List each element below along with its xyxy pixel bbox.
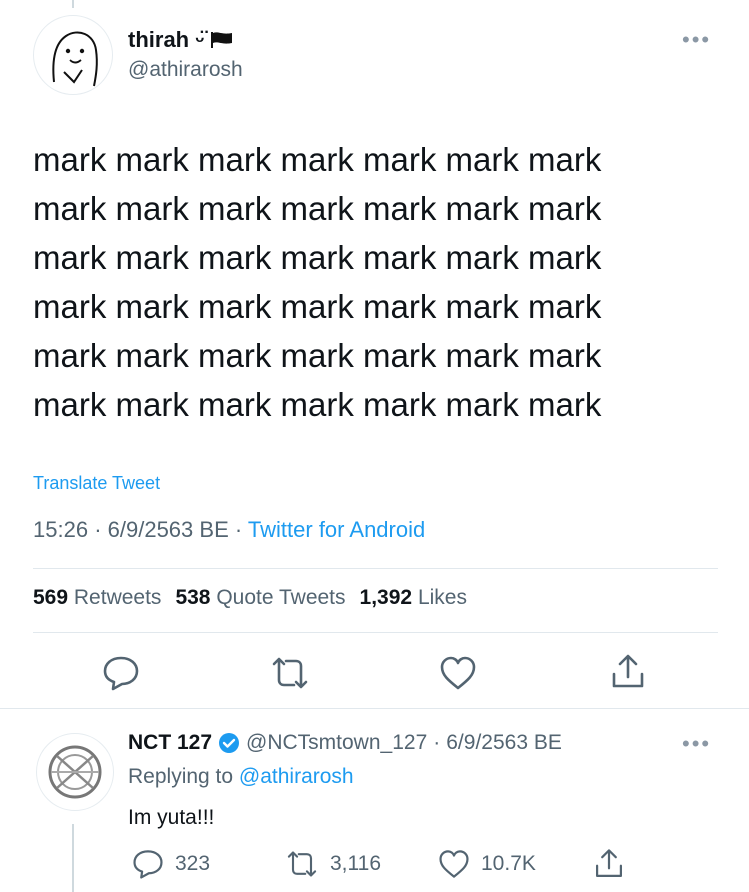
tweet-text-line: mark mark mark mark mark mark mark bbox=[33, 337, 602, 374]
tweet-stats: 569 Retweets 538 Quote Tweets 1,392 Likes bbox=[33, 586, 467, 610]
divider bbox=[33, 568, 718, 569]
replying-to: Replying to @athirarosh bbox=[128, 765, 354, 789]
retweets-label: Retweets bbox=[73, 586, 162, 609]
tweet-source[interactable]: Twitter for Android bbox=[248, 517, 425, 542]
reply-like-count: 10.7K bbox=[481, 852, 536, 875]
likes-label: Likes bbox=[417, 586, 467, 609]
thread-line-top bbox=[72, 0, 74, 8]
replying-to-label: Replying to bbox=[128, 765, 234, 788]
reply-reply-button[interactable]: 323 bbox=[131, 848, 210, 880]
tweet-text-line: mark mark mark mark mark mark mark bbox=[33, 239, 602, 276]
thread-line bbox=[72, 824, 74, 892]
like-icon[interactable] bbox=[438, 654, 478, 692]
likes-stat[interactable]: 1,392 Likes bbox=[360, 586, 467, 609]
retweet-icon bbox=[287, 851, 317, 877]
author-name-row[interactable]: thirah ᵕ̈ bbox=[128, 27, 234, 53]
tweet-meta: 15:26 · 6/9/2563 BE · Twitter for Androi… bbox=[33, 517, 426, 542]
quote-tweets-stat[interactable]: 538 Quote Tweets bbox=[175, 586, 345, 609]
reply-retweet-button[interactable]: 3,116 bbox=[284, 848, 381, 880]
divider bbox=[33, 632, 718, 633]
reply-icon[interactable] bbox=[101, 654, 141, 692]
verified-badge-icon bbox=[219, 733, 240, 753]
author-handle[interactable]: @athirarosh bbox=[128, 58, 243, 82]
divider bbox=[0, 708, 749, 709]
retweet-icon[interactable] bbox=[268, 654, 312, 692]
reply-count: 323 bbox=[175, 852, 211, 875]
quote-tweets-label: Quote Tweets bbox=[216, 586, 346, 609]
like-icon bbox=[439, 850, 469, 878]
retweets-count: 569 bbox=[33, 586, 69, 609]
tweet-text-line: mark mark mark mark mark mark mark bbox=[33, 288, 602, 325]
translate-tweet-link[interactable]: Translate Tweet bbox=[33, 473, 160, 494]
nct-logo-icon bbox=[48, 745, 102, 799]
retweets-stat[interactable]: 569 Retweets bbox=[33, 586, 161, 609]
reply-author-name[interactable]: NCT 127 bbox=[128, 731, 212, 755]
tweet-date[interactable]: 6/9/2563 BE bbox=[108, 517, 229, 542]
share-icon[interactable] bbox=[608, 652, 648, 692]
tweet-text-line: mark mark mark mark mark mark mark bbox=[33, 190, 602, 227]
doodle-avatar-icon bbox=[52, 31, 98, 87]
tweet-text-line: mark mark mark mark mark mark mark bbox=[33, 141, 602, 178]
tweet-text: mark mark mark mark mark mark mark mark … bbox=[33, 135, 713, 429]
likes-count: 1,392 bbox=[359, 586, 413, 609]
reply-icon bbox=[133, 850, 163, 879]
more-options-icon[interactable]: ••• bbox=[682, 27, 711, 53]
author-avatar[interactable] bbox=[33, 15, 113, 95]
reply-like-button[interactable]: 10.7K bbox=[437, 848, 536, 880]
author-name[interactable]: thirah ᵕ̈ bbox=[128, 27, 204, 53]
reply-retweet-count: 3,116 bbox=[330, 852, 381, 875]
replying-to-handle[interactable]: @athirarosh bbox=[239, 765, 354, 788]
tweet-text-line: mark mark mark mark mark mark mark bbox=[33, 386, 602, 423]
reply-more-options-icon[interactable]: ••• bbox=[682, 731, 711, 757]
black-flag-icon bbox=[211, 32, 233, 48]
reply-text: Im yuta!!! bbox=[128, 806, 215, 829]
reply-date[interactable]: 6/9/2563 BE bbox=[446, 731, 562, 755]
reply-share-icon[interactable] bbox=[592, 846, 626, 882]
tweet-time[interactable]: 15:26 bbox=[33, 517, 88, 542]
reply-header: NCT 127 @NCTsmtown_127 · 6/9/2563 BE bbox=[128, 731, 562, 755]
quote-tweets-count: 538 bbox=[175, 586, 211, 609]
reply-author-handle[interactable]: @NCTsmtown_127 bbox=[246, 731, 427, 755]
reply-author-avatar[interactable] bbox=[36, 733, 114, 811]
